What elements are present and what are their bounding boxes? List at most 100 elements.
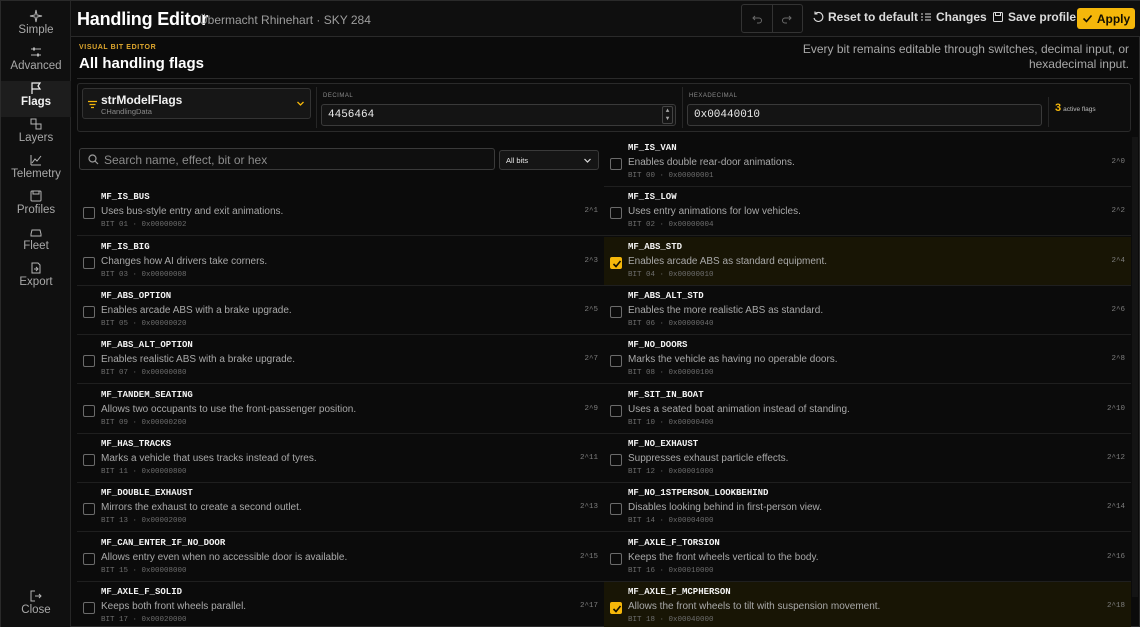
flag-row[interactable]: MF_AXLE_F_SOLID Keeps both front wheels p… (77, 582, 604, 627)
flag-checkbox[interactable] (610, 602, 622, 614)
nav-simple[interactable]: Simple (1, 9, 71, 45)
bits-filter-select[interactable]: All bits (499, 150, 599, 170)
nav-label: Profiles (16, 204, 56, 216)
app-title: Handling Editor (77, 9, 208, 29)
flag-row[interactable]: MF_ABS_ALT_OPTION Enables realistic ABS w… (77, 335, 604, 384)
flag-name: MF_AXLE_F_TORSION (628, 538, 720, 548)
flag-bit: BIT 12 · 0x00001000 (628, 468, 714, 476)
flag-row[interactable]: MF_IS_LOW Uses entry animations for low v… (604, 187, 1131, 236)
flag-checkbox[interactable] (610, 207, 622, 219)
layers-icon (30, 118, 42, 130)
flag-power: 2^13 (579, 503, 598, 511)
nav-export[interactable]: Export (1, 261, 71, 297)
reset-label: Reset to default (828, 10, 919, 24)
flag-checkbox[interactable] (610, 553, 622, 565)
top-bar: Handling Editor Übermacht Rhinehart · SK… (71, 1, 1140, 37)
nav-layers[interactable]: Layers (1, 117, 71, 153)
hex-input[interactable]: 0x00440010 (687, 104, 1042, 126)
flag-row[interactable]: MF_TANDEM_SEATING Allows two occupants to… (77, 385, 604, 434)
nav-label: Simple (18, 24, 54, 36)
nav-label: Fleet (23, 240, 49, 252)
undo-button[interactable] (742, 5, 772, 32)
flag-description: Enables realistic ABS with a brake upgra… (101, 354, 295, 365)
flag-bit: BIT 18 · 0x00040000 (628, 616, 714, 624)
flag-power: 2^0 (1111, 158, 1125, 166)
nav-advanced[interactable]: Advanced (1, 45, 71, 81)
flag-row[interactable]: MF_IS_BUS Uses bus-style entry and exit a… (77, 187, 604, 236)
flag-row[interactable]: MF_HAS_TRACKS Marks a vehicle that uses t… (77, 434, 604, 483)
app-window: Simple Advanced Flags Layers Telemetry P… (0, 0, 1140, 627)
filter-lines-icon (88, 100, 97, 109)
flag-bit: BIT 17 · 0x00020000 (101, 616, 187, 624)
flag-power: 2^5 (584, 306, 598, 314)
flag-row[interactable]: MF_IS_VAN Enables double rear-door animat… (604, 138, 1131, 187)
flag-row[interactable]: MF_IS_BIG Changes how AI drivers take cor… (77, 237, 604, 286)
flag-bit: BIT 07 · 0x00000080 (101, 369, 187, 377)
redo-button[interactable] (771, 5, 802, 32)
flag-checkbox[interactable] (610, 503, 622, 515)
flag-row[interactable]: MF_ABS_STD Enables arcade ABS as standard… (604, 237, 1131, 286)
flag-description: Marks the vehicle as having no operable … (628, 354, 838, 365)
search-input[interactable]: Search name, effect, bit or hex (79, 148, 495, 170)
decimal-input[interactable]: 4456464 ▲ ▼ (321, 104, 676, 126)
flag-power: 2^11 (579, 454, 598, 462)
flag-power: 2^15 (579, 553, 598, 561)
nav-flags[interactable]: Flags (1, 81, 71, 117)
flag-row[interactable]: MF_NO_EXHAUST Suppresses exhaust particle… (604, 434, 1131, 483)
flag-bit: BIT 11 · 0x00000800 (101, 468, 187, 476)
flag-checkbox[interactable] (83, 553, 95, 565)
flag-checkbox[interactable] (610, 257, 622, 269)
nav-label: Layers (18, 132, 54, 144)
flag-row[interactable]: MF_SIT_IN_BOAT Uses a seated boat animati… (604, 385, 1131, 434)
flag-checkbox[interactable] (610, 454, 622, 466)
flag-checkbox[interactable] (83, 257, 95, 269)
flag-row[interactable]: MF_AXLE_F_MCPHERSON Allows the front whee… (604, 582, 1131, 627)
flag-row[interactable]: MF_NO_DOORS Marks the vehicle as having n… (604, 335, 1131, 384)
nav-telemetry[interactable]: Telemetry (1, 153, 71, 189)
reset-button[interactable]: Reset to default (812, 10, 918, 24)
hex-value: 0x00440010 (694, 109, 761, 121)
flag-checkbox[interactable] (83, 454, 95, 466)
flag-checkbox[interactable] (610, 306, 622, 318)
sparkle-icon (29, 9, 43, 23)
flag-checkbox[interactable] (610, 405, 622, 417)
nav-close[interactable]: Close (1, 589, 71, 625)
scrollbar[interactable] (1132, 137, 1138, 597)
field-selector[interactable]: strModelFlags CHandlingData (82, 88, 311, 119)
apply-button[interactable]: Apply (1077, 8, 1135, 29)
flag-checkbox[interactable] (610, 355, 622, 367)
flag-row[interactable]: MF_CAN_ENTER_IF_NO_DOOR Allows entry even… (77, 533, 604, 582)
sidebar: Simple Advanced Flags Layers Telemetry P… (1, 1, 71, 627)
flag-bit: BIT 06 · 0x00000040 (628, 320, 714, 328)
changes-button[interactable]: Changes (920, 10, 987, 24)
save-icon (30, 190, 42, 202)
flag-name: MF_CAN_ENTER_IF_NO_DOOR (101, 538, 226, 548)
flag-checkbox[interactable] (610, 158, 622, 170)
flag-name: MF_IS_LOW (628, 192, 677, 202)
flag-checkbox[interactable] (83, 355, 95, 367)
check-icon (612, 605, 622, 613)
nav-label: Advanced (10, 60, 62, 72)
flag-row[interactable]: MF_ABS_ALT_STD Enables the more realistic… (604, 286, 1131, 335)
flag-checkbox[interactable] (83, 306, 95, 318)
flag-checkbox[interactable] (83, 503, 95, 515)
export-icon (31, 262, 41, 274)
search-icon (88, 154, 99, 165)
flag-field-controls: strModelFlags CHandlingData DECIMAL 4456… (77, 83, 1131, 132)
flag-row[interactable]: MF_NO_1STPERSON_LOOKBEHIND Disables looki… (604, 483, 1131, 532)
flag-checkbox[interactable] (83, 602, 95, 614)
check-icon (1082, 14, 1092, 23)
changes-label: Changes (936, 10, 987, 24)
nav-profiles[interactable]: Profiles (1, 189, 71, 225)
flag-checkbox[interactable] (83, 207, 95, 219)
flag-checkbox[interactable] (83, 405, 95, 417)
flag-power: 2^6 (1111, 306, 1125, 314)
hex-label: HEXADECIMAL (689, 93, 738, 99)
flag-row[interactable]: MF_AXLE_F_TORSION Keeps the front wheels … (604, 533, 1131, 582)
decimal-stepper[interactable]: ▲ ▼ (662, 106, 673, 124)
flag-row[interactable]: MF_DOUBLE_EXHAUST Mirrors the exhaust to … (77, 483, 604, 532)
save-profile-button[interactable]: Save profile (992, 10, 1076, 24)
flag-power: 2^3 (584, 257, 598, 265)
flag-row[interactable]: MF_ABS_OPTION Enables arcade ABS with a b… (77, 286, 604, 335)
nav-fleet[interactable]: Fleet (1, 225, 71, 261)
